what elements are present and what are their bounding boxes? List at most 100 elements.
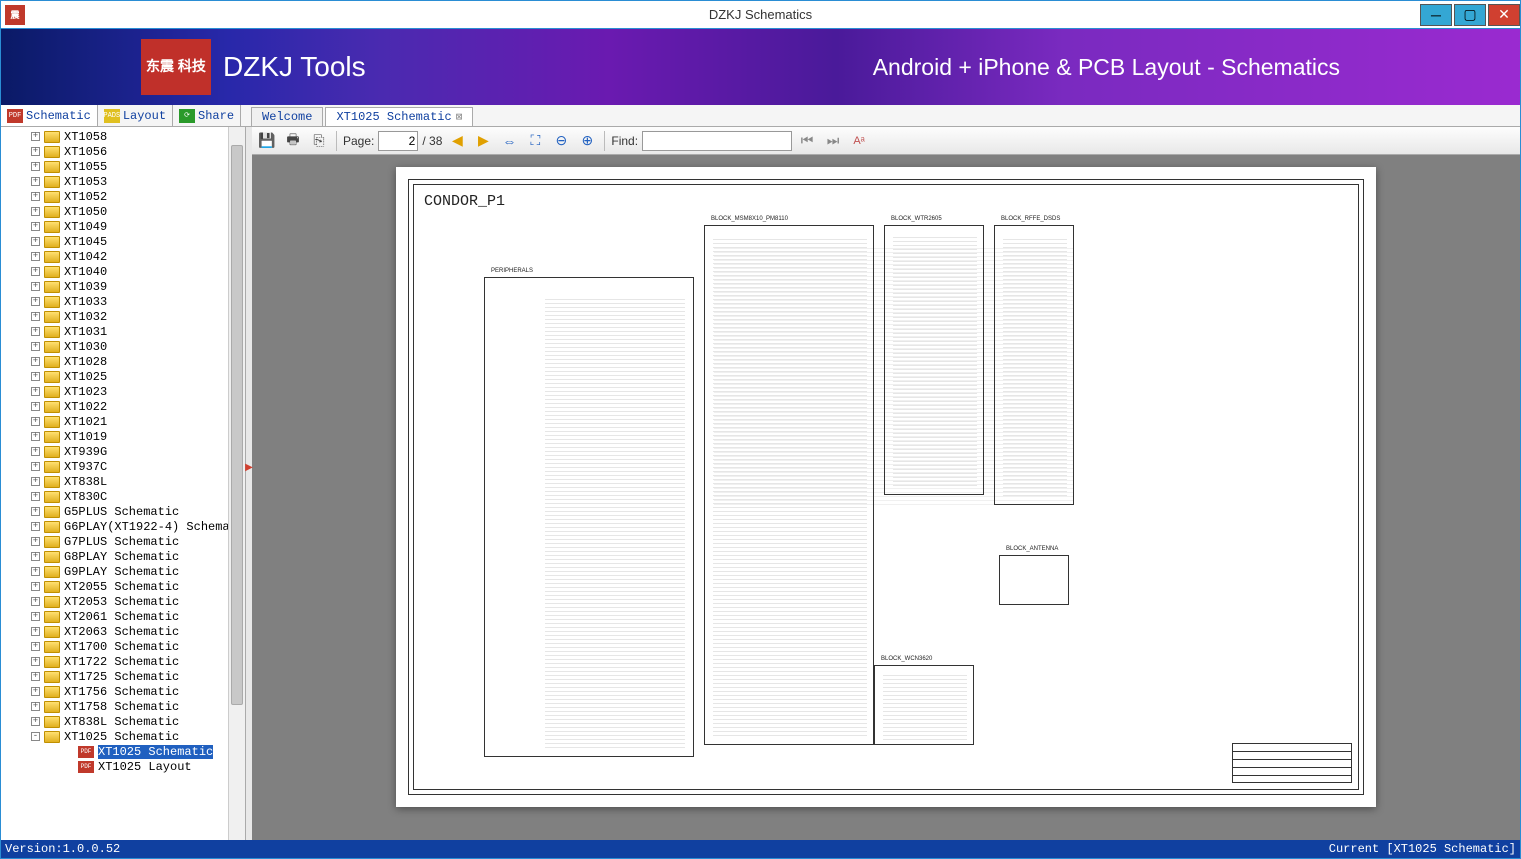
tree-item[interactable]: +XT1725 Schematic [1, 669, 245, 684]
tree-item[interactable]: +XT1042 [1, 249, 245, 264]
fit-width-icon[interactable]: ⇔ [498, 130, 520, 152]
expand-icon[interactable]: + [31, 522, 40, 531]
tree-item[interactable]: +XT1019 [1, 429, 245, 444]
expand-icon[interactable]: + [31, 147, 40, 156]
expand-icon[interactable]: + [31, 252, 40, 261]
tree-item[interactable]: +XT2053 Schematic [1, 594, 245, 609]
expand-icon[interactable]: + [31, 312, 40, 321]
tree-item[interactable]: +XT937C [1, 459, 245, 474]
splitter[interactable]: ▶ [246, 127, 252, 840]
expand-icon[interactable]: + [31, 507, 40, 516]
page-number-input[interactable] [378, 131, 418, 151]
expand-icon[interactable]: + [31, 162, 40, 171]
expand-icon[interactable]: + [31, 582, 40, 591]
tree-item[interactable]: +XT1058 [1, 129, 245, 144]
tree-item[interactable]: +XT1056 [1, 144, 245, 159]
fit-page-icon[interactable]: ⛶ [524, 130, 546, 152]
tree-item[interactable]: +G8PLAY Schematic [1, 549, 245, 564]
expand-icon[interactable]: + [31, 327, 40, 336]
next-page-icon[interactable]: ▶ [472, 130, 494, 152]
tree-item[interactable]: +XT1028 [1, 354, 245, 369]
tree-item[interactable]: +G9PLAY Schematic [1, 564, 245, 579]
expand-icon[interactable]: + [31, 417, 40, 426]
tree-item[interactable]: +XT1700 Schematic [1, 639, 245, 654]
tree-item[interactable]: PDFXT1025 Schematic [1, 744, 245, 759]
tree-item[interactable]: +XT1758 Schematic [1, 699, 245, 714]
expand-icon[interactable]: + [31, 687, 40, 696]
expand-icon[interactable]: + [31, 207, 40, 216]
save-icon[interactable]: 💾 [256, 130, 278, 152]
expand-icon[interactable]: + [31, 492, 40, 501]
expand-icon[interactable]: + [31, 672, 40, 681]
tree-item[interactable]: +XT1050 [1, 204, 245, 219]
expand-icon[interactable]: + [31, 552, 40, 561]
find-next-icon[interactable]: ⏭ [822, 130, 844, 152]
tree-item[interactable]: +XT1023 [1, 384, 245, 399]
tree-item[interactable]: +XT1033 [1, 294, 245, 309]
expand-icon[interactable]: + [31, 267, 40, 276]
tree-item[interactable]: +XT939G [1, 444, 245, 459]
expand-icon[interactable]: + [31, 372, 40, 381]
copy-icon[interactable]: ⎘ [308, 130, 330, 152]
tree-item[interactable]: +XT830C [1, 489, 245, 504]
expand-icon[interactable]: + [31, 657, 40, 666]
tree-item[interactable]: +XT1039 [1, 279, 245, 294]
close-button[interactable]: ✕ [1488, 4, 1520, 26]
expand-icon[interactable]: - [31, 732, 40, 741]
tree-item[interactable]: +XT2063 Schematic [1, 624, 245, 639]
tree-item[interactable]: +XT838L Schematic [1, 714, 245, 729]
expand-icon[interactable]: + [31, 237, 40, 246]
tree-item[interactable]: +XT1049 [1, 219, 245, 234]
tree-item[interactable]: +XT2061 Schematic [1, 609, 245, 624]
expand-icon[interactable]: + [31, 282, 40, 291]
expand-icon[interactable]: + [31, 177, 40, 186]
tree-item[interactable]: +XT1052 [1, 189, 245, 204]
zoom-out-icon[interactable]: ⊖ [550, 130, 572, 152]
expand-icon[interactable]: + [31, 567, 40, 576]
find-prev-icon[interactable]: ⏮ [796, 130, 818, 152]
expand-icon[interactable]: + [31, 432, 40, 441]
tree-item[interactable]: +XT1053 [1, 174, 245, 189]
expand-icon[interactable]: + [31, 297, 40, 306]
tree-item[interactable]: +G7PLUS Schematic [1, 534, 245, 549]
expand-icon[interactable]: + [31, 462, 40, 471]
doc-tab[interactable]: Welcome [251, 107, 323, 126]
minimize-button[interactable]: ─ [1420, 4, 1452, 26]
tree-item[interactable]: +XT1022 [1, 399, 245, 414]
doc-tab[interactable]: XT1025 Schematic⊠ [325, 107, 473, 126]
text-size-icon[interactable]: Aᵃ [848, 130, 870, 152]
expand-icon[interactable]: + [31, 222, 40, 231]
expand-icon[interactable]: + [31, 132, 40, 141]
side-tab-schematic[interactable]: PDFSchematic [1, 105, 98, 126]
expand-icon[interactable]: + [31, 717, 40, 726]
tree-item[interactable]: PDFXT1025 Layout [1, 759, 245, 774]
expand-icon[interactable]: + [31, 387, 40, 396]
pdf-viewer[interactable]: CONDOR_P1 PERIPHERALS BLOCK_MSM8X10_PM81… [252, 155, 1520, 840]
expand-icon[interactable]: + [31, 642, 40, 651]
expand-icon[interactable]: + [31, 612, 40, 621]
expand-icon[interactable]: + [31, 402, 40, 411]
expand-icon[interactable]: + [31, 702, 40, 711]
tree-item[interactable]: -XT1025 Schematic [1, 729, 245, 744]
tree-item[interactable]: +XT1031 [1, 324, 245, 339]
print-icon[interactable]: 🖶 [282, 130, 304, 152]
expand-icon[interactable]: + [31, 342, 40, 351]
tree-item[interactable]: +G5PLUS Schematic [1, 504, 245, 519]
sidebar-scrollbar[interactable] [228, 127, 245, 840]
tree-item[interactable]: +XT1030 [1, 339, 245, 354]
find-input[interactable] [642, 131, 792, 151]
tree-item[interactable]: +XT1040 [1, 264, 245, 279]
side-tab-share[interactable]: ⟳Share [173, 105, 241, 126]
close-icon[interactable]: ⊠ [456, 110, 463, 124]
tree-item[interactable]: +XT1021 [1, 414, 245, 429]
tree-item[interactable]: +XT1032 [1, 309, 245, 324]
expand-icon[interactable]: + [31, 477, 40, 486]
tree-item[interactable]: +XT1756 Schematic [1, 684, 245, 699]
maximize-button[interactable]: ▢ [1454, 4, 1486, 26]
tree-item[interactable]: +XT838L [1, 474, 245, 489]
tree-item[interactable]: +XT1055 [1, 159, 245, 174]
side-tab-layout[interactable]: PADSLayout [98, 105, 173, 126]
scrollbar-thumb[interactable] [231, 145, 243, 705]
expand-icon[interactable]: + [31, 537, 40, 546]
expand-icon[interactable]: + [31, 597, 40, 606]
